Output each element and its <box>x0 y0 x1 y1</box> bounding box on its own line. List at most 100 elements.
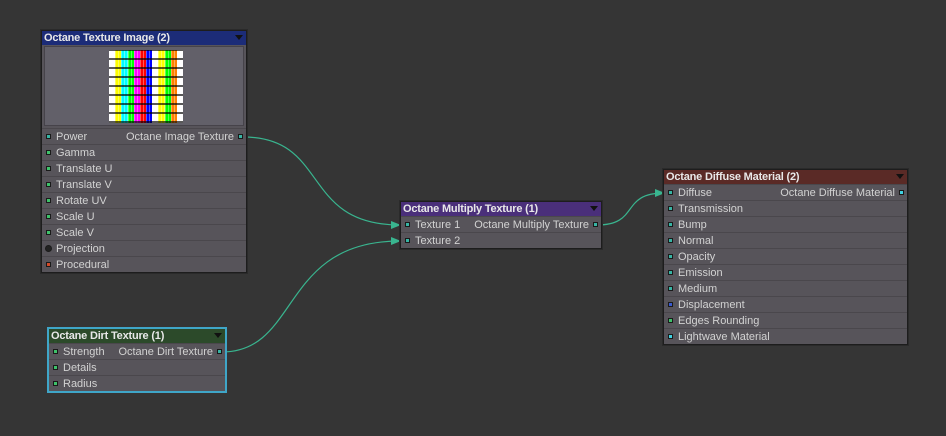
node-dirt-texture[interactable]: Octane Dirt Texture (1) Strength Octane D… <box>48 328 226 392</box>
output-port-icon[interactable] <box>217 349 222 354</box>
input-label: Diffuse <box>678 187 713 199</box>
input-port-icon[interactable] <box>46 134 51 139</box>
input-label: Texture 1 <box>415 219 461 231</box>
input-label: Displacement <box>678 299 745 311</box>
input-label: Medium <box>678 283 718 295</box>
wire-image-to-multiply[interactable] <box>242 136 401 229</box>
node-title-text: Octane Multiply Texture (1) <box>403 203 538 215</box>
output-port-icon[interactable] <box>238 134 243 139</box>
input-port-icon[interactable] <box>668 222 673 227</box>
input-port-icon[interactable] <box>53 349 58 354</box>
input-port-icon[interactable] <box>668 238 673 243</box>
input-row-translate-u[interactable]: Translate U <box>42 160 246 176</box>
input-label: Edges Rounding <box>678 315 760 327</box>
node-title[interactable]: Octane Dirt Texture (1) <box>49 329 225 343</box>
input-row-translate-v[interactable]: Translate V <box>42 176 246 192</box>
input-port-icon[interactable] <box>53 365 58 370</box>
input-label: Strength <box>63 346 105 358</box>
input-label: Translate V <box>56 179 112 191</box>
input-label: Texture 2 <box>415 235 461 247</box>
wire-dirt-to-multiply[interactable] <box>221 237 401 353</box>
input-label: Normal <box>678 235 714 247</box>
input-row-gamma[interactable]: Gamma <box>42 144 246 160</box>
input-port-icon[interactable] <box>668 334 673 339</box>
output-label: Octane Image Texture <box>125 131 234 143</box>
input-port-icon[interactable] <box>46 230 51 235</box>
input-label: Gamma <box>56 147 96 159</box>
node-multiply-texture[interactable]: Octane Multiply Texture (1) Texture 1 Oct… <box>400 201 602 249</box>
node-texture-image[interactable]: Octane Texture Image (2) Power Octane Ima… <box>41 30 247 273</box>
input-label: Emission <box>678 267 723 279</box>
output-label: Octane Dirt Texture <box>118 346 213 358</box>
preview-stripe <box>176 50 184 123</box>
node-title-text: Octane Texture Image (2) <box>44 32 170 44</box>
input-row-bump[interactable]: Bump <box>664 216 907 232</box>
input-row-details[interactable]: Details <box>49 359 225 375</box>
input-label: Lightwave Material <box>678 331 770 343</box>
input-row-procedural[interactable]: Procedural <box>42 256 246 272</box>
input-row-edges-rounding[interactable]: Edges Rounding <box>664 312 907 328</box>
texture-preview <box>44 46 244 126</box>
node-title[interactable]: Octane Texture Image (2) <box>42 31 246 45</box>
input-port-icon[interactable] <box>45 245 52 252</box>
input-port-icon[interactable] <box>46 150 51 155</box>
input-port-icon[interactable] <box>46 198 51 203</box>
input-row-texture-1[interactable]: Texture 1 Octane Multiply Texture <box>401 216 601 232</box>
input-label: Details <box>63 362 97 374</box>
input-label: Bump <box>678 219 707 231</box>
input-row-lightwave-material[interactable]: Lightwave Material <box>664 328 907 344</box>
collapse-caret-icon[interactable] <box>214 333 222 338</box>
test-pattern-image <box>109 50 184 123</box>
input-port-icon[interactable] <box>668 302 673 307</box>
input-label: Procedural <box>56 259 110 271</box>
input-port-icon[interactable] <box>53 381 58 386</box>
input-row-projection[interactable]: Projection <box>42 240 246 256</box>
input-row-texture-2[interactable]: Texture 2 <box>401 232 601 248</box>
input-row-opacity[interactable]: Opacity <box>664 248 907 264</box>
output-port-icon[interactable] <box>899 190 904 195</box>
input-port-icon[interactable] <box>668 254 673 259</box>
input-port-icon[interactable] <box>46 166 51 171</box>
input-label: Rotate UV <box>56 195 107 207</box>
input-port-icon[interactable] <box>668 318 673 323</box>
input-row-power[interactable]: Power Octane Image Texture <box>42 128 246 144</box>
input-row-scale-v[interactable]: Scale V <box>42 224 246 240</box>
input-row-strength[interactable]: Strength Octane Dirt Texture <box>49 343 225 359</box>
collapse-caret-icon[interactable] <box>896 174 904 179</box>
wire-multiply-to-diffuse[interactable] <box>596 189 665 226</box>
input-row-rotate-uv[interactable]: Rotate UV <box>42 192 246 208</box>
input-port-icon[interactable] <box>46 182 51 187</box>
input-row-displacement[interactable]: Displacement <box>664 296 907 312</box>
input-port-icon[interactable] <box>668 190 673 195</box>
collapse-caret-icon[interactable] <box>235 35 243 40</box>
input-row-diffuse[interactable]: Diffuse Octane Diffuse Material <box>664 184 907 200</box>
input-label: Power <box>56 131 88 143</box>
input-port-icon[interactable] <box>668 270 673 275</box>
node-title[interactable]: Octane Diffuse Material (2) <box>664 170 907 184</box>
input-port-icon[interactable] <box>46 214 51 219</box>
input-row-radius[interactable]: Radius <box>49 375 225 391</box>
input-port-icon[interactable] <box>46 262 51 267</box>
input-label: Translate U <box>56 163 113 175</box>
input-label: Opacity <box>678 251 716 263</box>
node-title[interactable]: Octane Multiply Texture (1) <box>401 202 601 216</box>
input-row-emission[interactable]: Emission <box>664 264 907 280</box>
output-label: Octane Multiply Texture <box>474 219 589 231</box>
collapse-caret-icon[interactable] <box>590 206 598 211</box>
output-port-icon[interactable] <box>593 222 598 227</box>
node-title-text: Octane Dirt Texture (1) <box>51 330 165 342</box>
input-row-transmission[interactable]: Transmission <box>664 200 907 216</box>
node-diffuse-material[interactable]: Octane Diffuse Material (2) Diffuse Octan… <box>663 169 908 345</box>
input-row-medium[interactable]: Medium <box>664 280 907 296</box>
input-label: Scale U <box>56 211 95 223</box>
node-title-text: Octane Diffuse Material (2) <box>666 171 800 183</box>
input-port-icon[interactable] <box>405 238 410 243</box>
input-port-icon[interactable] <box>668 206 673 211</box>
input-row-scale-u[interactable]: Scale U <box>42 208 246 224</box>
input-label: Transmission <box>678 203 743 215</box>
input-row-normal[interactable]: Normal <box>664 232 907 248</box>
input-label: Projection <box>56 243 105 255</box>
input-port-icon[interactable] <box>405 222 410 227</box>
input-label: Radius <box>63 378 98 390</box>
input-port-icon[interactable] <box>668 286 673 291</box>
